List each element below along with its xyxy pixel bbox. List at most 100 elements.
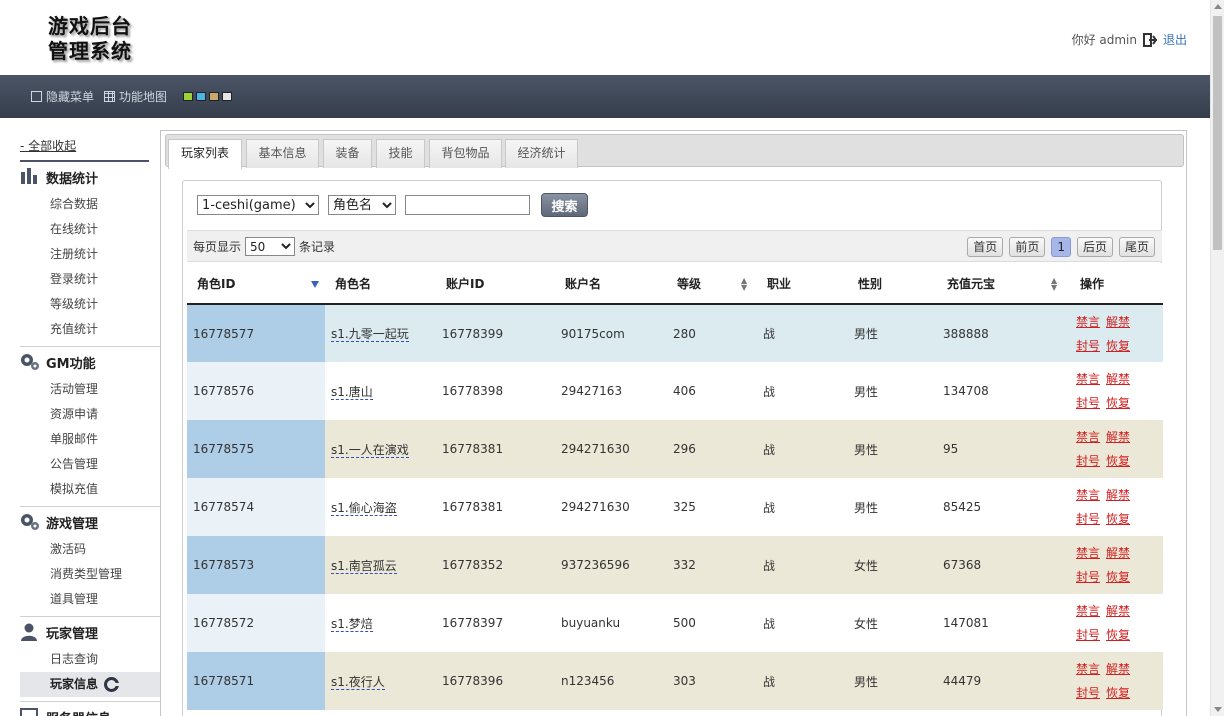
sidebar-group-title[interactable]: 玩家管理 — [20, 617, 160, 647]
tab-economy[interactable]: 经济统计 — [505, 139, 578, 168]
mute-link[interactable]: 禁言 — [1076, 488, 1100, 502]
scroll-up-icon[interactable] — [1214, 4, 1222, 9]
sidebar-group-title[interactable]: GM功能 — [20, 347, 160, 377]
col-header-role-id[interactable]: 角色ID — [187, 263, 325, 305]
ban-link[interactable]: 封号 — [1076, 686, 1100, 700]
sidebar-item-server-mail[interactable]: 单服邮件 — [20, 427, 160, 452]
col-header-role-name[interactable]: 角色名 — [325, 263, 436, 305]
role-name-link[interactable]: s1.夜行人 — [331, 674, 385, 690]
logout-link[interactable]: 退出 — [1163, 31, 1187, 48]
sidebar-item-level[interactable]: 等级统计 — [20, 292, 160, 317]
current-page-button[interactable]: 1 — [1051, 237, 1071, 257]
role-name-link[interactable]: s1.南宫孤云 — [331, 558, 397, 574]
theme-swatch-blue[interactable] — [196, 92, 207, 101]
restore-link[interactable]: 恢复 — [1106, 570, 1130, 584]
sidebar-group-title[interactable]: 数据统计 — [20, 162, 160, 192]
ban-link[interactable]: 封号 — [1076, 454, 1100, 468]
theme-swatch-green[interactable] — [183, 92, 194, 101]
col-header-account-name[interactable]: 账户名 — [555, 263, 667, 305]
unmute-link[interactable]: 解禁 — [1106, 546, 1130, 560]
mute-link[interactable]: 禁言 — [1076, 315, 1100, 329]
search-button[interactable]: 搜索 — [541, 193, 588, 217]
table-row[interactable]: 16778574 s1.偷心海盗 16778381 294271630 325 战 男性 85… — [187, 478, 1163, 536]
theme-swatch-tan[interactable] — [209, 92, 220, 101]
sidebar-item-login[interactable]: 登录统计 — [20, 267, 160, 292]
mute-link[interactable]: 禁言 — [1076, 604, 1100, 618]
role-name-link[interactable]: s1.一人在演戏 — [331, 442, 409, 458]
restore-link[interactable]: 恢复 — [1106, 396, 1130, 410]
mute-link[interactable]: 禁言 — [1076, 430, 1100, 444]
collapse-all-link[interactable]: - 全部收起 — [20, 130, 149, 162]
role-name-link[interactable]: s1.偷心海盗 — [331, 500, 397, 516]
logout-icon[interactable] — [1142, 32, 1158, 47]
col-header-gold[interactable]: 充值元宝 ▲ ▼ — [937, 263, 1070, 305]
ban-link[interactable]: 封号 — [1076, 628, 1100, 642]
first-page-button[interactable]: 首页 — [967, 237, 1004, 257]
sidebar-item-resource-request[interactable]: 资源申请 — [20, 402, 160, 427]
tab-inventory[interactable]: 背包物品 — [429, 139, 502, 168]
search-input[interactable] — [405, 195, 530, 215]
sidebar-item-log-query[interactable]: 日志查询 — [20, 647, 160, 672]
restore-link[interactable]: 恢复 — [1106, 686, 1130, 700]
sidebar-item-announcements[interactable]: 公告管理 — [20, 452, 160, 477]
restore-link[interactable]: 恢复 — [1106, 454, 1130, 468]
unmute-link[interactable]: 解禁 — [1106, 430, 1130, 444]
hide-menu-button[interactable]: 隐藏菜单 — [31, 88, 94, 105]
unmute-link[interactable]: 解禁 — [1106, 315, 1130, 329]
table-row[interactable]: 16778573 s1.南宫孤云 16778352 937236596 332 战 女性 67… — [187, 536, 1163, 594]
restore-link[interactable]: 恢复 — [1106, 339, 1130, 353]
next-page-button[interactable]: 后页 — [1076, 237, 1113, 257]
server-select[interactable]: 1-ceshi(game) — [197, 195, 319, 215]
mute-link[interactable]: 禁言 — [1076, 546, 1100, 560]
sidebar-group-title[interactable]: 服务器信息 — [20, 702, 160, 716]
role-name-link[interactable]: s1.梦焙 — [331, 616, 373, 632]
col-header-job[interactable]: 职业 — [757, 263, 848, 305]
table-row[interactable]: 16778576 s1.唐山 16778398 29427163 406 战 男性 13470… — [187, 362, 1163, 420]
sidebar-item-events[interactable]: 活动管理 — [20, 377, 160, 402]
ban-link[interactable]: 封号 — [1076, 339, 1100, 353]
sidebar-group-title[interactable]: 游戏管理 — [20, 507, 160, 537]
mute-link[interactable]: 禁言 — [1076, 372, 1100, 386]
table-row[interactable]: 16778571 s1.夜行人 16778396 n123456 303 战 男性 44479… — [187, 652, 1163, 710]
scroll-thumb[interactable] — [1213, 16, 1222, 250]
table-row[interactable]: 16778577 s1.九零一起玩 16778399 90175com 280 战 男性 38… — [187, 304, 1163, 362]
unmute-link[interactable]: 解禁 — [1106, 372, 1130, 386]
restore-link[interactable]: 恢复 — [1106, 512, 1130, 526]
ban-link[interactable]: 封号 — [1076, 570, 1100, 584]
col-header-account-id[interactable]: 账户ID — [436, 263, 555, 305]
vertical-scrollbar[interactable] — [1210, 0, 1224, 716]
function-map-button[interactable]: 功能地图 — [104, 88, 167, 105]
role-name-link[interactable]: s1.唐山 — [331, 384, 373, 400]
col-header-gender[interactable]: 性别 — [848, 263, 937, 305]
table-row[interactable]: 16778575 s1.一人在演戏 16778381 294271630 296 战 男性 9… — [187, 420, 1163, 478]
last-page-button[interactable]: 尾页 — [1118, 237, 1155, 257]
prev-page-button[interactable]: 前页 — [1009, 237, 1046, 257]
unmute-link[interactable]: 解禁 — [1106, 604, 1130, 618]
sidebar-item-player-info[interactable]: 玩家信息 — [20, 672, 160, 697]
mute-link[interactable]: 禁言 — [1076, 662, 1100, 676]
theme-swatch-gray[interactable] — [222, 92, 233, 101]
unmute-link[interactable]: 解禁 — [1106, 662, 1130, 676]
search-field-select[interactable]: 角色名 — [328, 195, 396, 215]
sidebar-item-activation-codes[interactable]: 激活码 — [20, 537, 160, 562]
sidebar-item-mock-recharge[interactable]: 模拟充值 — [20, 477, 160, 502]
restore-link[interactable]: 恢复 — [1106, 628, 1130, 642]
ban-link[interactable]: 封号 — [1076, 396, 1100, 410]
table-row[interactable]: 16778572 s1.梦焙 16778397 buyuanku 500 战 女性 14708… — [187, 594, 1163, 652]
page-size-select[interactable]: 50 — [245, 237, 296, 256]
sidebar-item-recharge[interactable]: 充值统计 — [20, 317, 160, 342]
sidebar-item-register[interactable]: 注册统计 — [20, 242, 160, 267]
sidebar-item-online[interactable]: 在线统计 — [20, 217, 160, 242]
tab-basic-info[interactable]: 基本信息 — [246, 139, 319, 168]
sidebar-item-overview[interactable]: 综合数据 — [20, 192, 160, 217]
col-header-level[interactable]: 等级 ▲ ▼ — [667, 263, 757, 305]
tab-player-list[interactable]: 玩家列表 — [168, 139, 242, 169]
tab-skills[interactable]: 技能 — [376, 139, 425, 168]
tab-equipment[interactable]: 装备 — [323, 139, 372, 168]
sidebar-item-items[interactable]: 道具管理 — [20, 587, 160, 612]
ban-link[interactable]: 封号 — [1076, 512, 1100, 526]
sidebar-item-consumption-types[interactable]: 消费类型管理 — [20, 562, 160, 587]
scroll-down-icon[interactable] — [1214, 707, 1222, 712]
role-name-link[interactable]: s1.九零一起玩 — [331, 327, 409, 342]
unmute-link[interactable]: 解禁 — [1106, 488, 1130, 502]
